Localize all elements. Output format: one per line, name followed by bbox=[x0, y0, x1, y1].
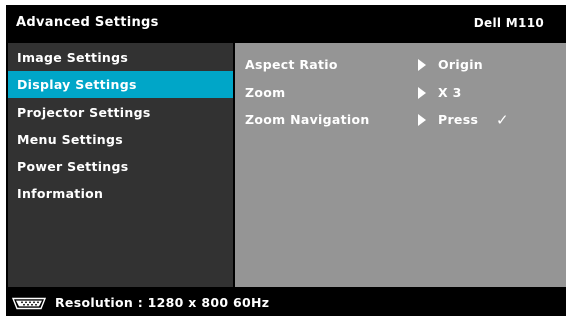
osd-window: Advanced Settings Dell M110 Image Settin… bbox=[6, 5, 566, 316]
setting-row-zoom-navigation[interactable]: Zoom Navigation Press ✓ bbox=[235, 109, 566, 131]
menu-item-label: Information bbox=[17, 186, 104, 201]
menu-item-label: Menu Settings bbox=[17, 132, 123, 147]
video-input-icon bbox=[12, 297, 46, 310]
page-title: Advanced Settings bbox=[16, 15, 159, 30]
setting-row-zoom[interactable]: Zoom X 3 bbox=[235, 82, 566, 104]
setting-label: Zoom Navigation bbox=[245, 112, 370, 127]
menu-item-label: Image Settings bbox=[17, 50, 129, 65]
menu-item-projector-settings[interactable]: Projector Settings bbox=[8, 99, 233, 126]
menu-item-label: Projector Settings bbox=[17, 105, 151, 120]
title-bar: Advanced Settings Dell M110 bbox=[6, 5, 566, 39]
checkmark-icon: ✓ bbox=[496, 111, 509, 129]
triangle-right-icon bbox=[418, 114, 426, 126]
setting-label: Zoom bbox=[245, 85, 286, 100]
menu-item-image-settings[interactable]: Image Settings bbox=[8, 44, 233, 71]
menu-item-power-settings[interactable]: Power Settings bbox=[8, 153, 233, 180]
setting-row-aspect-ratio[interactable]: Aspect Ratio Origin bbox=[235, 54, 566, 76]
status-bar: Resolution : 1280 x 800 60Hz bbox=[6, 290, 566, 316]
menu-item-information[interactable]: Information bbox=[8, 180, 233, 207]
triangle-right-icon bbox=[418, 87, 426, 99]
menu-item-display-settings[interactable]: Display Settings bbox=[8, 71, 233, 98]
setting-label: Aspect Ratio bbox=[245, 57, 338, 72]
menu-item-label: Display Settings bbox=[17, 77, 137, 92]
setting-value: X 3 bbox=[438, 85, 462, 100]
settings-menu: Image Settings Display Settings Projecto… bbox=[8, 43, 233, 287]
menu-item-label: Power Settings bbox=[17, 159, 129, 174]
settings-panel: Aspect Ratio Origin Zoom X 3 Zoom Naviga… bbox=[235, 43, 566, 287]
resolution-text: Resolution : 1280 x 800 60Hz bbox=[55, 295, 270, 310]
menu-item-menu-settings[interactable]: Menu Settings bbox=[8, 126, 233, 153]
model-name: Dell M110 bbox=[473, 16, 544, 30]
triangle-right-icon bbox=[418, 59, 426, 71]
setting-value: Origin bbox=[438, 57, 484, 72]
setting-value: Press bbox=[438, 112, 479, 127]
